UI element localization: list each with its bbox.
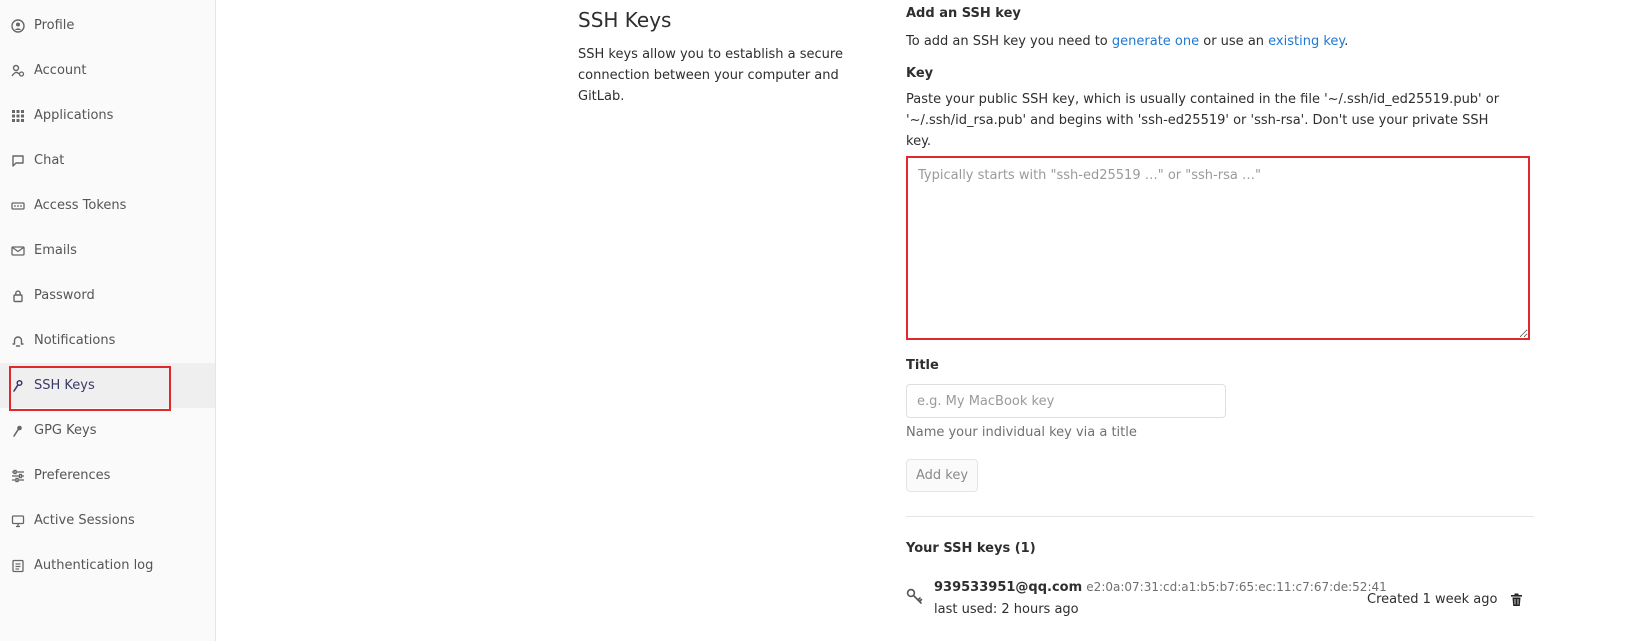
key-icon bbox=[906, 588, 924, 610]
sidebar-item-access-tokens[interactable]: Access Tokens bbox=[0, 183, 215, 228]
your-ssh-keys-heading: Your SSH keys (1) bbox=[906, 541, 1036, 556]
account-icon bbox=[10, 63, 26, 79]
title-help-text: Name your individual key via a title bbox=[906, 425, 1137, 440]
sidebar-item-authentication-log[interactable]: Authentication log bbox=[0, 543, 215, 588]
settings-sidebar: Profile Account Applications Chat Access… bbox=[0, 0, 216, 641]
ssh-key-created: Created 1 week ago bbox=[1367, 592, 1498, 607]
sliders-icon bbox=[10, 468, 26, 484]
sidebar-item-label: SSH Keys bbox=[34, 378, 95, 393]
key-textarea[interactable] bbox=[906, 156, 1530, 340]
sidebar-item-label: Password bbox=[34, 288, 95, 303]
sidebar-item-ssh-keys[interactable]: SSH Keys bbox=[0, 363, 215, 408]
sidebar-item-notifications[interactable]: Notifications bbox=[0, 318, 215, 363]
monitor-icon bbox=[10, 513, 26, 529]
form-intro: To add an SSH key you need to generate o… bbox=[906, 31, 1536, 52]
profile-icon bbox=[10, 18, 26, 34]
sidebar-item-applications[interactable]: Applications bbox=[0, 93, 215, 138]
ssh-key-last-used: last used: 2 hours ago bbox=[934, 602, 1079, 617]
bell-icon bbox=[10, 333, 26, 349]
sidebar-item-label: Access Tokens bbox=[34, 198, 127, 213]
ssh-key-details: 939533951@qq.com e2:0a:07:31:cd:a1:b5:b7… bbox=[934, 580, 1387, 595]
ssh-key-fingerprint: e2:0a:07:31:cd:a1:b5:b7:65:ec:11:c7:67:d… bbox=[1086, 580, 1387, 594]
key-icon bbox=[10, 423, 26, 439]
log-icon bbox=[10, 558, 26, 574]
email-icon bbox=[10, 243, 26, 259]
form-intro-suffix: . bbox=[1344, 34, 1349, 49]
sidebar-item-label: Active Sessions bbox=[34, 513, 135, 528]
sidebar-item-label: Authentication log bbox=[34, 558, 154, 573]
sidebar-item-profile[interactable]: Profile bbox=[0, 3, 215, 48]
sidebar-item-gpg-keys[interactable]: GPG Keys bbox=[0, 408, 215, 453]
add-key-button[interactable]: Add key bbox=[906, 459, 978, 492]
sidebar-item-emails[interactable]: Emails bbox=[0, 228, 215, 273]
section-description: SSH keys allow you to establish a secure… bbox=[578, 47, 843, 104]
form-intro-middle: or use an bbox=[1199, 34, 1269, 49]
access-tokens-icon bbox=[10, 198, 26, 214]
existing-key-link[interactable]: existing key bbox=[1268, 34, 1344, 49]
sidebar-item-label: GPG Keys bbox=[34, 423, 97, 438]
trash-icon[interactable] bbox=[1510, 592, 1523, 611]
divider bbox=[906, 516, 1534, 517]
form-heading: Add an SSH key bbox=[906, 6, 1021, 21]
form-intro-prefix: To add an SSH key you need to bbox=[906, 34, 1112, 49]
sidebar-item-password[interactable]: Password bbox=[0, 273, 215, 318]
sidebar-item-label: Profile bbox=[34, 18, 75, 33]
lock-icon bbox=[10, 288, 26, 304]
key-label: Key bbox=[906, 66, 934, 81]
chat-icon bbox=[10, 153, 26, 169]
generate-one-link[interactable]: generate one bbox=[1112, 34, 1199, 49]
key-icon bbox=[10, 378, 26, 394]
sidebar-item-label: Notifications bbox=[34, 333, 116, 348]
sidebar-item-account[interactable]: Account bbox=[0, 48, 215, 93]
ssh-key-title-link[interactable]: 939533951@qq.com bbox=[934, 580, 1082, 595]
sidebar-item-label: Applications bbox=[34, 108, 114, 123]
title-input[interactable] bbox=[906, 384, 1226, 418]
sidebar-item-label: Chat bbox=[34, 153, 65, 168]
title-label: Title bbox=[906, 358, 939, 373]
applications-icon bbox=[10, 108, 26, 124]
key-help-text: Paste your public SSH key, which is usua… bbox=[906, 92, 1500, 149]
sidebar-item-label: Emails bbox=[34, 243, 77, 258]
sidebar-item-active-sessions[interactable]: Active Sessions bbox=[0, 498, 215, 543]
add-ssh-key-form: Add an SSH key To add an SSH key you nee… bbox=[906, 6, 1536, 152]
ssh-key-row: 939533951@qq.com e2:0a:07:31:cd:a1:b5:b7… bbox=[906, 576, 1536, 626]
page-title: SSH Keys bbox=[578, 8, 672, 32]
sidebar-item-preferences[interactable]: Preferences bbox=[0, 453, 215, 498]
section-intro: SSH Keys SSH keys allow you to establish… bbox=[578, 8, 878, 107]
sidebar-item-label: Preferences bbox=[34, 468, 111, 483]
sidebar-item-chat[interactable]: Chat bbox=[0, 138, 215, 183]
sidebar-item-label: Account bbox=[34, 63, 87, 78]
